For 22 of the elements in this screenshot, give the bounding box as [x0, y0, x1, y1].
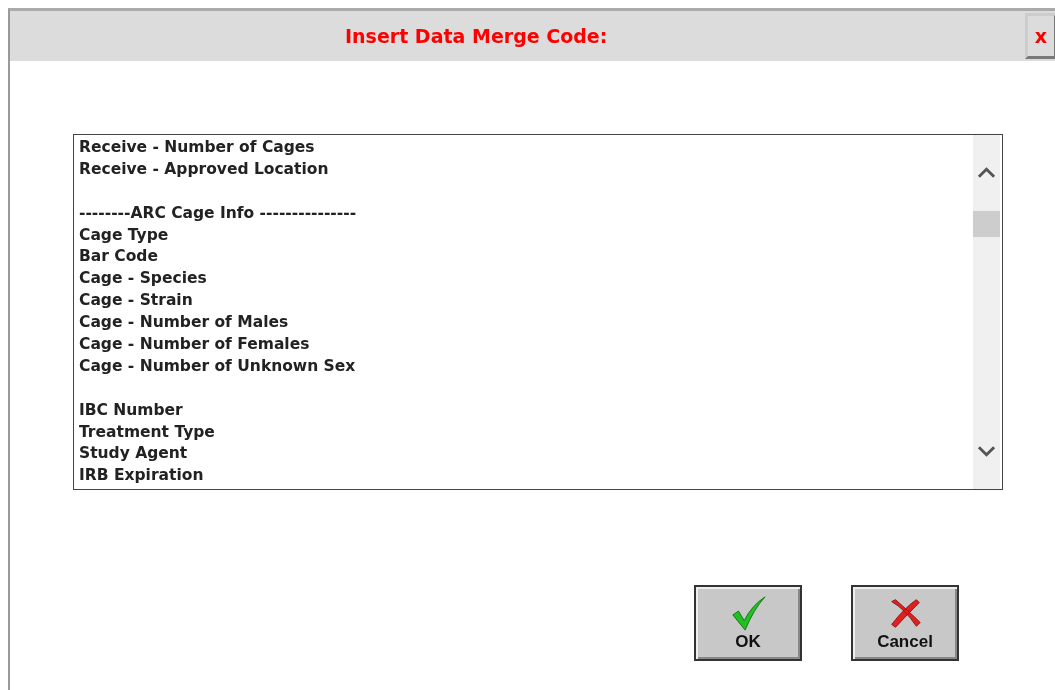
list-item[interactable]: Treatment Type — [79, 421, 968, 444]
list-item[interactable]: --------ARC Cage Info --------------- — [79, 202, 968, 225]
list-item[interactable]: Cage - Strain — [79, 290, 968, 313]
list-item[interactable]: IRB Expiration — [79, 465, 968, 488]
list-item[interactable]: Bar Code — [79, 246, 968, 269]
list-item[interactable]: Cage Type — [79, 224, 968, 247]
list-item[interactable]: Cage - Number of Females — [79, 334, 968, 356]
cancel-button[interactable]: Cancel — [851, 585, 959, 661]
list-item[interactable]: Study Agent — [79, 443, 968, 466]
list-item[interactable]: Cage - Number of Unknown Sex — [79, 355, 968, 378]
checkmark-icon — [729, 594, 767, 632]
list-item[interactable]: Cage - Number of Males — [79, 312, 968, 334]
list-item[interactable]: Receive - Number of Cages — [79, 137, 968, 159]
window-title: Insert Data Merge Code: — [345, 25, 608, 47]
ok-button[interactable]: OK — [694, 585, 802, 661]
list-item[interactable]: Cage - Species — [79, 268, 968, 291]
scrollbar[interactable] — [973, 135, 1000, 489]
scroll-thumb[interactable] — [973, 211, 1000, 237]
scroll-down-icon[interactable] — [977, 445, 996, 457]
list-item[interactable]: IBC Number — [79, 399, 968, 422]
scroll-up-icon[interactable] — [977, 167, 996, 179]
list-item[interactable]: Receive - Approved Location — [79, 158, 968, 181]
